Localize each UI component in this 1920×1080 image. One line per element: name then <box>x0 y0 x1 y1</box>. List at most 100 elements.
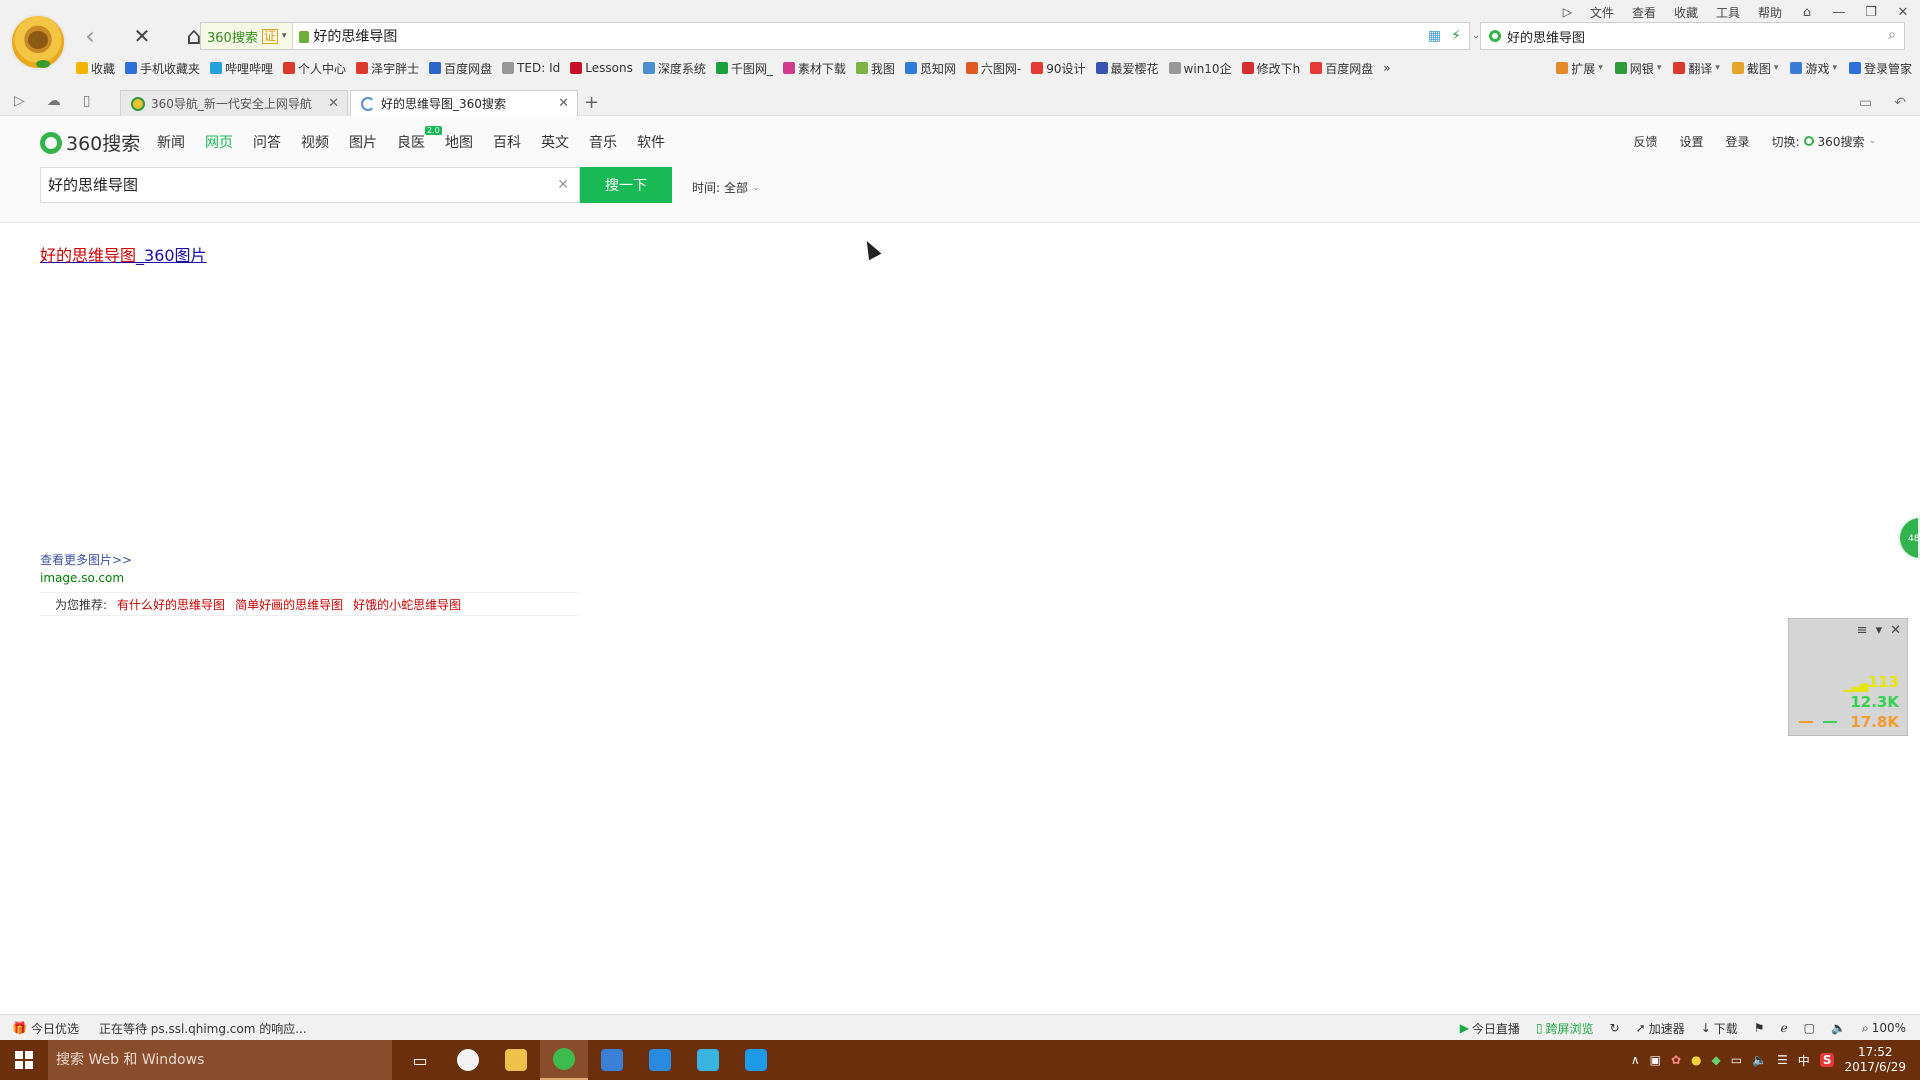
bookmark-item[interactable]: 千图网_ <box>715 60 773 77</box>
menu-file[interactable]: 文件 <box>1590 4 1614 21</box>
download-button[interactable]: ↓ 下载 <box>1701 1020 1738 1037</box>
volume-icon[interactable]: 🔈 <box>1831 1021 1846 1035</box>
bookmark-item[interactable]: 素材下载 <box>782 60 846 77</box>
today-picks[interactable]: 🎁 今日优选 <box>12 1020 79 1037</box>
bookmark-item[interactable]: 百度网盘 <box>429 60 492 77</box>
login-link[interactable]: 登录 <box>1725 133 1749 150</box>
tab-search-results[interactable]: 好的思维导图_360搜索 ✕ <box>350 90 578 116</box>
restore-button[interactable]: ❐ <box>1864 5 1878 20</box>
toolbar-tool[interactable]: 登录管家 <box>1848 60 1912 77</box>
toolbar-tool[interactable]: 游戏 ▾ <box>1790 60 1837 77</box>
tab-360-navigation[interactable]: 360导航_新一代安全上网导航 ✕ <box>120 90 348 116</box>
sogou-ime-icon[interactable]: S <box>1819 1053 1835 1067</box>
search-button[interactable]: 搜一下 <box>580 167 672 203</box>
clear-icon[interactable]: ✕ <box>557 168 569 202</box>
qr-code-icon[interactable]: ▦ <box>1428 28 1441 44</box>
engine-switch[interactable]: 切换: 360搜索 ⌄ <box>1772 133 1877 150</box>
more-images-link[interactable]: 查看更多图片>> <box>40 551 132 568</box>
close-tab-icon[interactable]: ✕ <box>328 96 339 111</box>
toolbar-search-input[interactable]: 好的思维导图 ⌕ <box>1480 22 1905 50</box>
sidebar-toggle-icon[interactable]: ▷ <box>1563 5 1572 19</box>
time-filter[interactable]: 时间: 全部 ⌄ <box>692 179 760 196</box>
search-icon[interactable]: ⌕ <box>1888 27 1896 43</box>
tray-app-icon[interactable]: ▣ <box>1650 1053 1661 1067</box>
close-tab-icon[interactable]: ✕ <box>558 96 569 111</box>
site-identity-chip[interactable]: 360搜索 证 ▾ <box>201 23 294 49</box>
360-search-logo[interactable]: 360搜索 <box>40 129 140 156</box>
menu-icon[interactable]: ≡ <box>1857 623 1868 638</box>
task-view-button[interactable]: ▭ <box>396 1040 444 1080</box>
user-avatar[interactable] <box>10 14 66 70</box>
bookmark-item[interactable]: 修改下h <box>1241 60 1300 77</box>
chevron-down-icon[interactable]: ▾ <box>1774 63 1779 73</box>
minimize-button[interactable]: — <box>1832 5 1846 20</box>
settings-link[interactable]: 设置 <box>1679 133 1703 150</box>
taskbar-app[interactable] <box>540 1040 588 1080</box>
bookmark-item[interactable]: 收藏 <box>76 60 115 77</box>
accelerator-button[interactable]: ➚ 加速器 <box>1636 1020 1685 1037</box>
toolbar-tool[interactable]: 网银 ▾ <box>1614 60 1662 77</box>
bookmark-item[interactable]: 个人中心 <box>283 60 346 77</box>
bookmark-item[interactable]: 深度系统 <box>642 60 706 77</box>
bookmark-item[interactable]: 百度网盘 <box>1310 60 1373 77</box>
side-float-button[interactable]: 48 <box>1898 516 1920 560</box>
bookmark-item[interactable]: TED: Id <box>502 61 560 75</box>
live-button[interactable]: ▶ 今日直播 <box>1460 1020 1520 1037</box>
vertical-tab[interactable]: 网页 <box>205 132 233 152</box>
window-icon[interactable]: ▢ <box>1804 1021 1815 1035</box>
bookmark-item[interactable]: 觅知网 <box>904 60 956 77</box>
taskbar-app[interactable] <box>684 1040 732 1080</box>
close-icon[interactable]: ✕ <box>1890 623 1901 638</box>
sidebar-icon[interactable]: ▷ <box>14 93 25 109</box>
close-window-button[interactable]: ✕ <box>1896 5 1910 20</box>
stop-button[interactable]: ✕ <box>126 20 158 52</box>
vertical-tab[interactable]: 问答 <box>253 132 281 152</box>
bookmark-item[interactable]: 泽宇胖士 <box>356 60 419 77</box>
lightning-icon[interactable]: ⚡ <box>1451 28 1461 44</box>
taskbar-app[interactable] <box>588 1040 636 1080</box>
more-bookmarks-icon[interactable]: » <box>1383 61 1390 75</box>
menu-view[interactable]: 查看 <box>1632 4 1656 21</box>
cross-screen-button[interactable]: ▯ 跨屏浏览 <box>1536 1020 1594 1037</box>
address-bar[interactable]: 360搜索 证 ▾ 好的思维导图 ▦ ⚡ <box>200 22 1470 50</box>
bookmark-item[interactable]: Lessons <box>570 61 633 75</box>
toolbar-tool[interactable]: 截图 ▾ <box>1731 60 1779 77</box>
flag-icon[interactable]: ⚑ <box>1754 1021 1765 1035</box>
undo-close-icon[interactable]: ↶ <box>1894 95 1906 111</box>
menu-tools[interactable]: 工具 <box>1716 4 1740 21</box>
taskbar-app[interactable] <box>636 1040 684 1080</box>
ie-icon[interactable]: ℯ <box>1781 1021 1788 1035</box>
menu-favorites[interactable]: 收藏 <box>1674 4 1698 21</box>
collapse-icon[interactable]: ▾ <box>1876 623 1883 638</box>
skin-icon[interactable]: ⌂ <box>1800 5 1814 20</box>
bookmark-item[interactable]: 手机收藏夹 <box>125 60 200 77</box>
vertical-tab[interactable]: 图片 <box>349 132 377 152</box>
taskbar-app[interactable] <box>444 1040 492 1080</box>
vertical-tab[interactable]: 新闻 <box>157 132 185 152</box>
recommend-link[interactable]: 好饿的小蛇思维导图 <box>353 596 461 613</box>
start-button[interactable] <box>0 1040 48 1080</box>
chevron-down-icon[interactable]: ▾ <box>1598 63 1603 73</box>
network-icon[interactable]: ▭ <box>1731 1053 1742 1067</box>
recommend-link[interactable]: 简单好画的思维导图 <box>235 596 343 613</box>
chevron-down-icon[interactable]: ▾ <box>1832 63 1837 73</box>
vertical-tab[interactable]: 英文 <box>541 132 569 152</box>
back-button[interactable]: ‹ <box>74 20 106 52</box>
vertical-tab[interactable]: 地图 <box>445 132 473 152</box>
chevron-down-icon[interactable]: ▾ <box>1715 63 1720 73</box>
zoom-control[interactable]: ⌕ 100% <box>1862 1021 1906 1036</box>
bookmark-item[interactable]: win10企 <box>1168 60 1232 77</box>
taskbar-app[interactable] <box>732 1040 780 1080</box>
vertical-tab[interactable]: 百科 <box>493 132 521 152</box>
new-tab-button[interactable]: + <box>584 92 599 113</box>
volume-icon[interactable]: 🔈 <box>1752 1053 1767 1067</box>
tab-list-icon[interactable]: ▭ <box>1859 95 1872 111</box>
ime-indicator[interactable]: 中 <box>1798 1052 1810 1069</box>
bookmark-item[interactable]: 我图 <box>855 60 895 77</box>
tray-app-icon[interactable]: ◆ <box>1712 1053 1721 1067</box>
vertical-tab[interactable]: 视频 <box>301 132 329 152</box>
tray-app-icon[interactable]: ✿ <box>1671 1053 1681 1067</box>
chevron-down-icon[interactable]: ▾ <box>1657 63 1662 73</box>
url-display[interactable]: 好的思维导图 <box>299 26 397 46</box>
menu-help[interactable]: 帮助 <box>1758 4 1782 21</box>
